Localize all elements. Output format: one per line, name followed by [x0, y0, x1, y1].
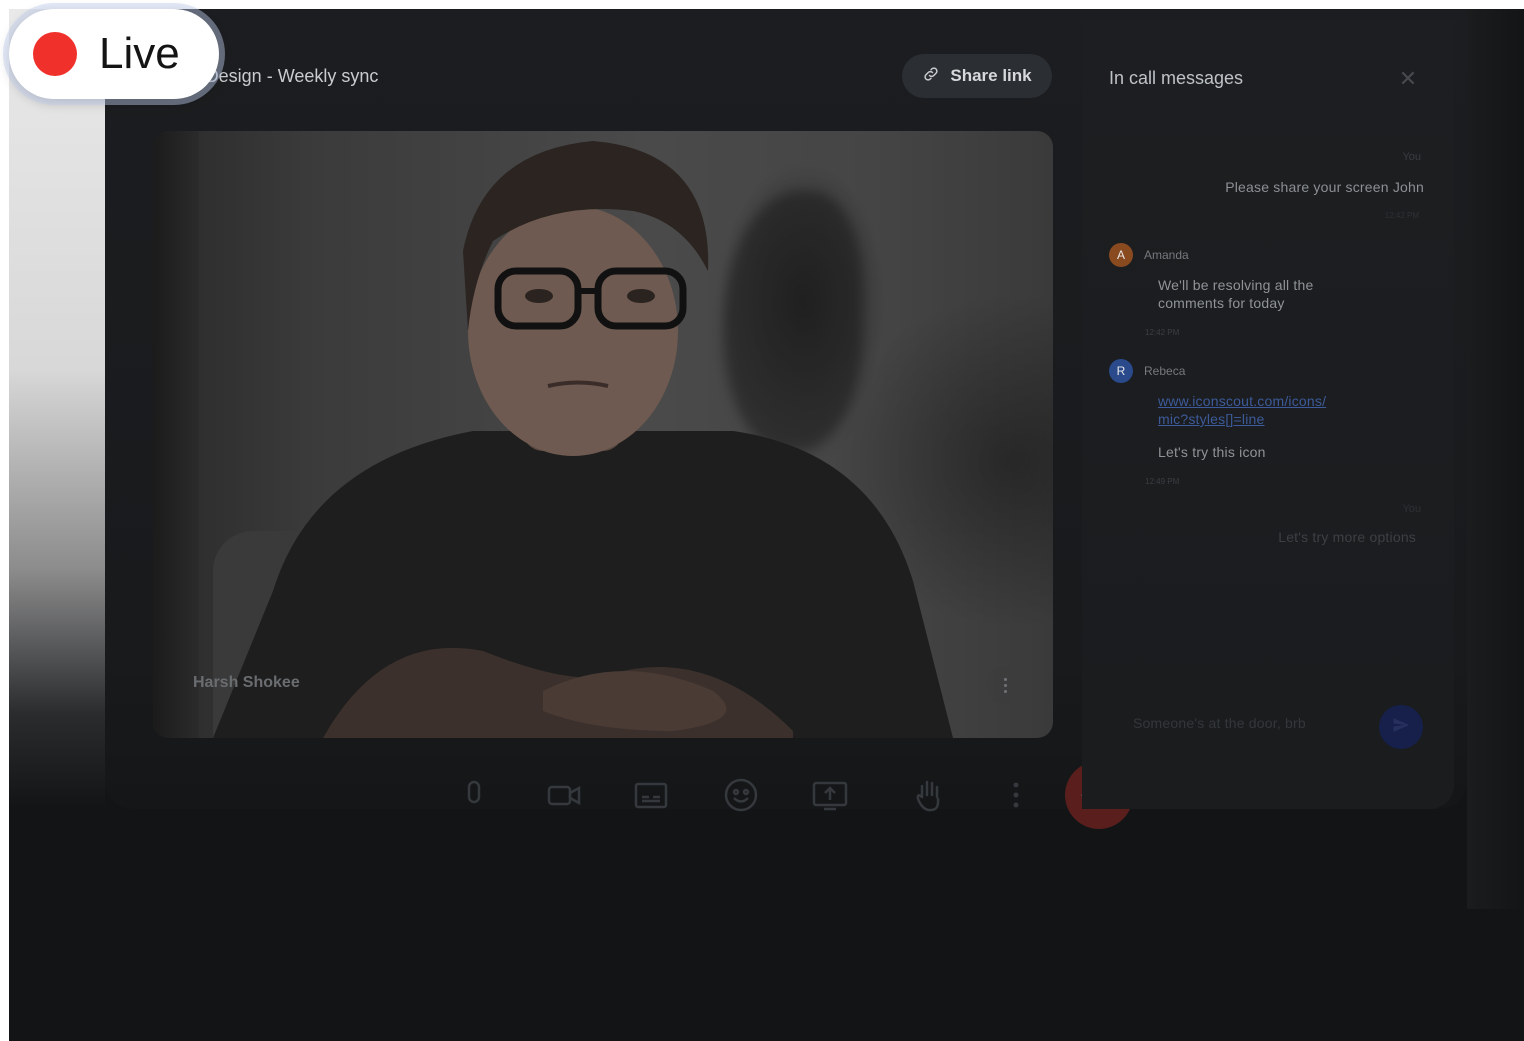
message-text: Please share your screen John	[1225, 179, 1424, 195]
message-text: Let's try this icon	[1158, 444, 1266, 460]
link-icon	[922, 65, 940, 88]
record-dot-icon	[33, 32, 77, 76]
participant-video: Harsh Shokee	[153, 131, 1053, 738]
participant-figure	[213, 141, 953, 738]
camera-icon[interactable]	[544, 775, 584, 815]
message-link[interactable]: www.iconscout.com/icons/ mic?styles[]=li…	[1158, 392, 1326, 428]
live-badge: Live	[9, 9, 219, 99]
avatar: R	[1109, 359, 1133, 383]
app-stage: PM | Prod Design - Weekly sync Share lin…	[9, 9, 1524, 1041]
call-controls	[429, 739, 1149, 839]
send-icon	[1392, 716, 1410, 739]
captions-icon[interactable]	[631, 775, 671, 815]
mic-icon[interactable]	[454, 775, 494, 815]
more-vertical-icon[interactable]	[986, 666, 1024, 704]
participant-name: Harsh Shokee	[193, 674, 300, 691]
message-time: 12:42 PM	[1145, 328, 1180, 337]
send-button[interactable]	[1379, 705, 1423, 749]
message-time: 12:49 PM	[1145, 477, 1180, 486]
message-sender: Rebeca	[1144, 364, 1186, 378]
emoji-icon[interactable]	[721, 775, 761, 815]
chat-panel: In call messages ✕ You Please share your…	[1082, 21, 1454, 809]
message-sender: Amanda	[1144, 248, 1189, 262]
message-sender: You	[1402, 503, 1421, 515]
chat-input[interactable]: Someone's at the door, brb	[1133, 715, 1306, 731]
message-text: We'll be resolving all the comments for …	[1158, 277, 1314, 311]
share-link-label: Share link	[950, 66, 1032, 85]
message-sender: You	[1402, 151, 1421, 163]
message-time: 12:42 PM	[1384, 211, 1419, 220]
close-icon[interactable]: ✕	[1395, 66, 1421, 92]
background-glow	[9, 9, 105, 809]
more-vertical-icon[interactable]	[996, 775, 1036, 815]
chat-title: In call messages	[1109, 68, 1244, 88]
present-screen-icon[interactable]	[810, 775, 850, 815]
raise-hand-icon[interactable]	[909, 775, 949, 815]
avatar: A	[1109, 243, 1133, 267]
background-edge	[1467, 9, 1524, 909]
live-label: Live	[99, 29, 180, 78]
share-link-button[interactable]: Share link	[902, 54, 1052, 98]
message-text: Let's try more options	[1278, 529, 1416, 545]
